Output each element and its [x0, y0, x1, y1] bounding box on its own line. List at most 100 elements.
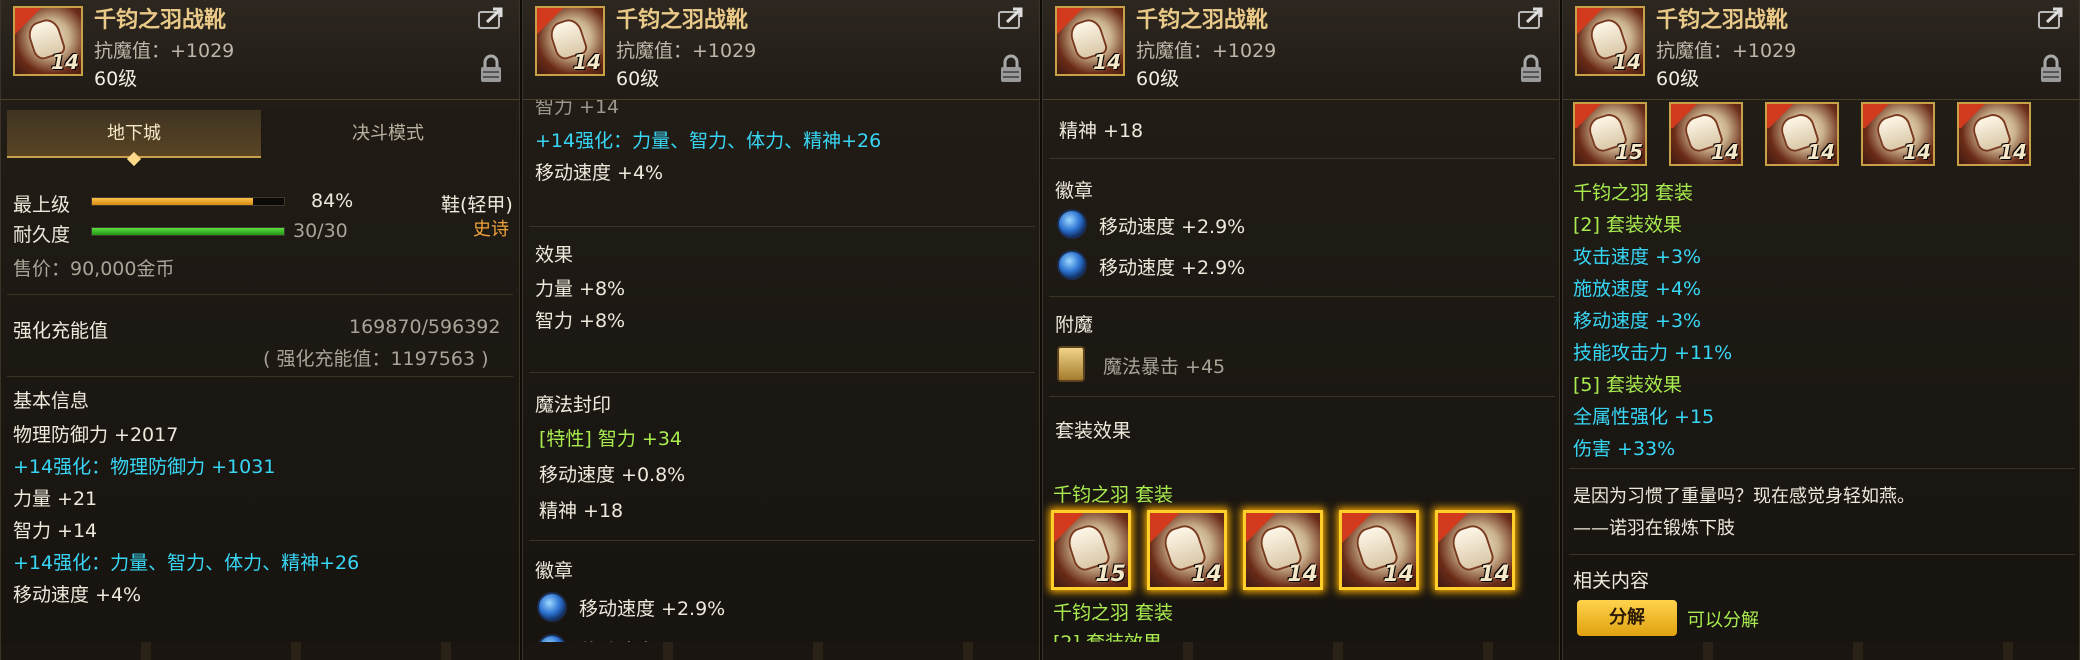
item-icon: 14 [535, 6, 605, 76]
divider [529, 540, 1035, 541]
set-piece-icon[interactable]: 14 [1861, 102, 1935, 166]
tooltip-panel-3: 14 千钧之羽战靴 抗魔值：+1029 60级 精神 +18 徽章 移动速度 +… [1042, 0, 1560, 660]
tooltip-panel-4: 15 14 14 14 14 14 千钧之羽战靴 抗魔值：+1029 60级 千… [1562, 0, 2080, 660]
lock-icon[interactable] [1519, 54, 1543, 84]
lock-icon[interactable] [2039, 54, 2063, 84]
effect-line: 力量 +8% [535, 278, 626, 300]
set-piece-icon[interactable]: 15 [1573, 102, 1647, 166]
divider [529, 372, 1035, 373]
grade-label: 最上级 [13, 194, 71, 216]
background-strip [523, 642, 1039, 660]
enchant-card-icon [1057, 346, 1085, 382]
tab-duel[interactable]: 决斗模式 [261, 110, 515, 158]
basic-info-header: 基本信息 [13, 390, 90, 412]
stat-line: 精神 +18 [1059, 120, 1144, 142]
effect-line: 智力 +8% [535, 310, 626, 332]
export-icon[interactable] [997, 6, 1025, 30]
item-header: 14 千钧之羽战靴 抗魔值：+1029 60级 [1043, 0, 1559, 100]
set-bonus-line: 全属性强化 +15 [1573, 406, 1715, 428]
emblem-orb-icon [1057, 250, 1087, 280]
lock-icon[interactable] [999, 54, 1023, 84]
background-strip [1, 642, 519, 660]
set-bonus-line: 施放速度 +4% [1573, 278, 1702, 300]
divider [1049, 296, 1555, 297]
magic-resist: 抗魔值：+1029 [94, 40, 235, 62]
item-level: 60级 [1136, 68, 1180, 90]
durability-bar [91, 227, 285, 236]
tab-dungeon[interactable]: 地下城 [7, 110, 261, 158]
decompose-button[interactable]: 分解 [1577, 600, 1677, 636]
seal-line: 移动速度 +0.8% [539, 464, 686, 486]
sell-price: 售价：90,000金币 [13, 258, 175, 280]
item-header: 14 千钧之羽战靴 抗魔值：+1029 60级 [1563, 0, 2079, 100]
item-name: 千钧之羽战靴 [1136, 8, 1269, 33]
tooltip-panel-1: 14 千钧之羽战靴 抗魔值：+1029 60级 地下城 决斗模式 最上级 84%… [0, 0, 520, 660]
divider [1569, 554, 2075, 555]
stat-line: +14强化：力量、智力、体力、精神+26 [13, 552, 360, 574]
grade-bar [91, 197, 285, 206]
seal-line: [特性] 智力 +34 [539, 428, 683, 450]
set-name: 千钧之羽 套装 [1573, 182, 1694, 204]
item-name: 千钧之羽战靴 [616, 8, 749, 33]
set-effect-header: 套装效果 [1055, 420, 1132, 442]
divider [529, 226, 1035, 227]
magic-resist: 抗魔值：+1029 [616, 40, 757, 62]
stat-line: +14强化：物理防御力 +1031 [13, 456, 276, 478]
grade-value: 84% [311, 190, 354, 212]
durability-value: 30/30 [293, 220, 348, 242]
lock-icon[interactable] [479, 54, 503, 84]
flavor-text: 是因为习惯了重量吗？现在感觉身轻如燕。 [1573, 486, 1915, 507]
flavor-author: ——诺羽在锻炼下肢 [1573, 518, 1735, 539]
set-name: 千钧之羽 套装 [1053, 484, 1174, 506]
decompose-status: 可以分解 [1687, 610, 1759, 631]
stat-line: 移动速度 +4% [13, 584, 142, 606]
durability-label: 耐久度 [13, 224, 71, 246]
divider [7, 376, 513, 377]
divider [7, 294, 513, 295]
set-piece-icon[interactable]: 14 [1957, 102, 2031, 166]
export-icon[interactable] [2037, 6, 2065, 30]
set-piece-icon[interactable]: 14 [1669, 102, 1743, 166]
item-level: 60级 [1656, 68, 1700, 90]
effect-header: 效果 [535, 244, 574, 266]
emblem-header: 徽章 [1055, 180, 1094, 202]
stat-line: 移动速度 +4% [535, 162, 664, 184]
item-icon: 14 [1575, 6, 1645, 76]
set5-header: [5] 套装效果 [1573, 374, 1682, 396]
set-piece-icon[interactable]: 14 [1243, 510, 1323, 590]
background-strip [1043, 642, 1559, 660]
magic-resist: 抗魔值：+1029 [1136, 40, 1277, 62]
set-piece-icon[interactable]: 14 [1147, 510, 1227, 590]
set-name: 千钧之羽 套装 [1053, 602, 1174, 624]
item-header: 14 千钧之羽战靴 抗魔值：+1029 60级 [1, 0, 519, 100]
set-piece-icon[interactable]: 14 [1765, 102, 1839, 166]
emblem-line: 移动速度 +2.9% [1099, 216, 1246, 238]
divider [1049, 396, 1555, 397]
charge-value: 169870/596392 [349, 316, 501, 338]
item-header: 14 千钧之羽战靴 抗魔值：+1029 60级 [523, 0, 1039, 100]
export-icon[interactable] [477, 6, 505, 30]
item-level: 60级 [616, 68, 660, 90]
item-type: 鞋(轻甲) [441, 194, 513, 216]
seal-line: 精神 +18 [539, 500, 624, 522]
emblem-orb-icon [1057, 209, 1087, 239]
emblem-header: 徽章 [535, 560, 574, 582]
mode-tabs: 地下城 决斗模式 [7, 110, 515, 158]
background-strip [1563, 642, 2079, 660]
magic-resist: 抗魔值：+1029 [1656, 40, 1797, 62]
related-header: 相关内容 [1573, 570, 1650, 592]
set-piece-icon[interactable]: 14 [1435, 510, 1515, 590]
stat-line: 力量 +21 [13, 488, 98, 510]
item-icon: 14 [13, 6, 83, 76]
set2-header: [2] 套装效果 [1573, 214, 1682, 236]
enhance-line: +14强化：力量、智力、体力、精神+26 [535, 130, 882, 152]
rarity: 史诗 [473, 219, 509, 240]
set-piece-icon[interactable]: 15 [1051, 510, 1131, 590]
divider [1569, 468, 2075, 469]
divider [1049, 158, 1555, 159]
item-icon: 14 [1055, 6, 1125, 76]
export-icon[interactable] [1517, 6, 1545, 30]
set-bonus-line: 移动速度 +3% [1573, 310, 1702, 332]
set-piece-icon[interactable]: 14 [1339, 510, 1419, 590]
set-bonus-line: 技能攻击力 +11% [1573, 342, 1733, 364]
